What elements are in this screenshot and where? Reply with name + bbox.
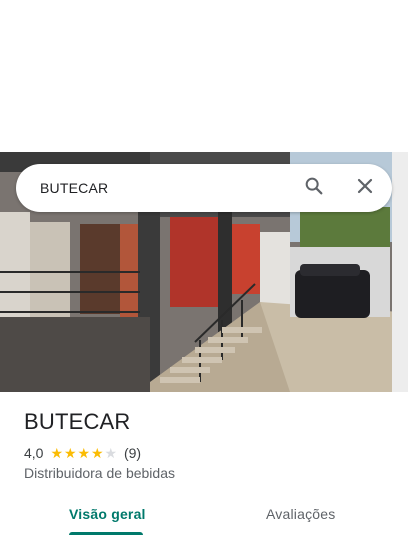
rating-value: 4,0 xyxy=(24,445,44,461)
rating-row[interactable]: 4,0 ★ ★ ★ ★ ★ (9) xyxy=(24,444,141,462)
review-count: (9) xyxy=(123,445,142,461)
tab-overview[interactable]: Visão geral xyxy=(69,496,146,534)
close-icon xyxy=(355,176,375,201)
star-rating: ★ ★ ★ ★ ★ xyxy=(50,446,118,460)
search-bar[interactable]: BUTECAR xyxy=(16,164,392,212)
star-empty-icon: ★ xyxy=(104,445,118,461)
star-filled-icon: ★ xyxy=(63,445,77,461)
search-query[interactable]: BUTECAR xyxy=(40,164,108,212)
tab-bar: Visão geral Avaliações xyxy=(0,496,408,544)
star-filled-icon: ★ xyxy=(77,445,91,461)
star-filled-icon: ★ xyxy=(90,445,104,461)
active-tab-indicator xyxy=(69,532,143,535)
place-category[interactable]: Distribuidora de bebidas xyxy=(24,465,175,481)
search-icon xyxy=(303,175,325,202)
close-button[interactable] xyxy=(349,172,381,204)
tab-reviews[interactable]: Avaliações xyxy=(266,496,335,534)
star-filled-icon: ★ xyxy=(50,445,64,461)
search-button[interactable] xyxy=(298,172,330,204)
place-title: BUTECAR xyxy=(24,409,131,434)
